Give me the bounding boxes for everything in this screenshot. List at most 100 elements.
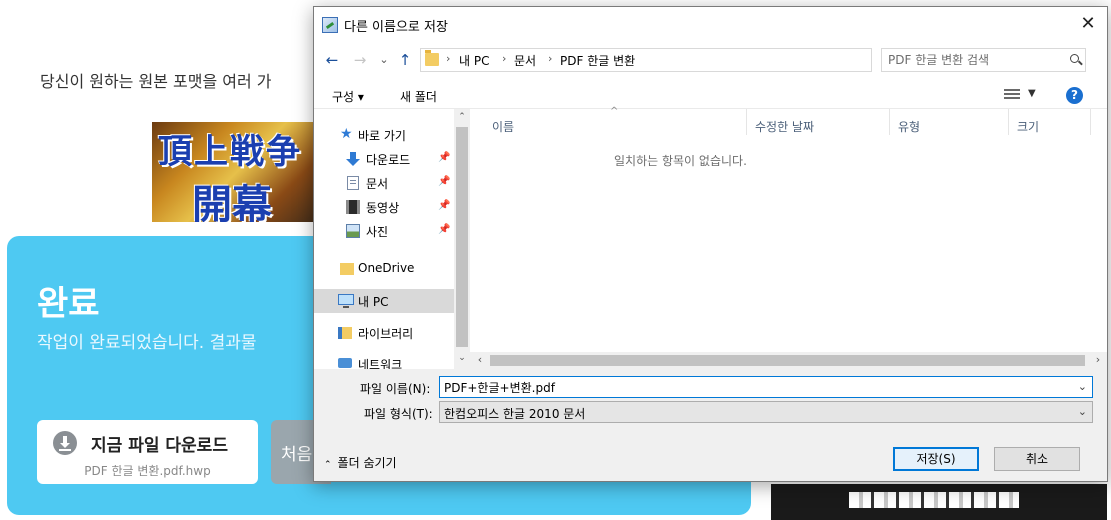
download-filename: PDF 한글 변환.pdf.hwp [84, 464, 211, 478]
navigation-tree: ★ 바로 가기 다운로드 📌 문서 📌 동영상 📌 사진 📌 OneDrive … [314, 109, 454, 369]
column-size-label: 크기 [1017, 120, 1040, 134]
pin-icon[interactable]: 📌 [438, 152, 450, 163]
pin-icon[interactable]: 📌 [438, 224, 450, 235]
breadcrumb-documents[interactable]: 문서 [514, 52, 536, 69]
download-button-label: 지금 파일 다운로드 [91, 436, 228, 456]
save-as-dialog: 다른 이름으로 저장 ✕ ← → ⌄ ↑ › 내 PC › 문서 › PDF 한… [313, 6, 1108, 482]
column-name-label: 이름 [492, 120, 515, 134]
tree-item-label: 사진 [366, 225, 389, 239]
search-input[interactable] [888, 52, 1058, 68]
scroll-down-icon[interactable]: ⌄ [454, 353, 470, 363]
banner-line-2: 開幕 [192, 181, 272, 222]
chevron-up-icon: ⌃ [324, 460, 332, 470]
computer-icon [338, 294, 354, 308]
scrollbar-thumb[interactable] [456, 127, 468, 347]
tree-item-pictures[interactable]: 사진 📌 [314, 219, 454, 243]
tree-item-label: 내 PC [358, 295, 389, 309]
network-icon [338, 358, 352, 368]
tree-scrollbar[interactable]: ⌃ ⌄ [454, 109, 470, 369]
filetype-value: 한컴오피스 한글 2010 문서 [444, 407, 586, 421]
completion-description: 작업이 완료되었습니다. 결과물 [37, 333, 257, 353]
recent-locations-icon[interactable]: ⌄ [374, 50, 394, 70]
scroll-up-icon[interactable]: ⌃ [454, 112, 470, 122]
tree-item-downloads[interactable]: 다운로드 📌 [314, 147, 454, 171]
breadcrumb-separator-icon: › [446, 52, 451, 65]
column-header-type[interactable]: 유형 [890, 109, 1009, 135]
intro-text: 당신이 원하는 원본 포맷을 여러 가 [40, 72, 272, 91]
help-icon[interactable]: ? [1066, 87, 1083, 104]
view-options-caret-icon[interactable]: ▼ [1028, 88, 1036, 99]
column-header-date[interactable]: 수정한 날짜 [747, 109, 890, 135]
cancel-button[interactable]: 취소 [994, 447, 1080, 471]
video-icon [346, 200, 360, 214]
banner-image: 頂上戦争 開幕 [152, 122, 322, 222]
tree-item-documents[interactable]: 문서 📌 [314, 171, 454, 195]
scroll-left-icon[interactable]: ‹ [472, 353, 488, 366]
filetype-select[interactable]: 한컴오피스 한글 2010 문서 ⌄ [439, 401, 1093, 423]
search-box[interactable] [881, 48, 1086, 72]
close-icon[interactable]: ✕ [1073, 11, 1103, 37]
tree-item-this-pc[interactable]: 내 PC [314, 289, 454, 313]
tree-item-network[interactable]: 네트워크 [314, 352, 454, 369]
filename-label: 파일 이름(N): [360, 382, 431, 396]
address-bar[interactable]: › 내 PC › 문서 › PDF 한글 변환 ⌄ ↻ [420, 48, 973, 72]
save-dialog-icon [322, 17, 338, 33]
folder-icon [425, 50, 439, 66]
breadcrumb-separator-icon: › [548, 52, 553, 65]
filetype-label: 파일 형식(T): [364, 407, 433, 421]
tree-item-libraries[interactable]: 라이브러리 [314, 321, 454, 345]
forward-arrow-icon[interactable]: → [350, 50, 370, 70]
search-icon[interactable] [1070, 54, 1079, 63]
scroll-right-icon[interactable]: › [1090, 353, 1106, 366]
organize-menu[interactable]: 구성 ▾ [332, 88, 364, 105]
tree-item-onedrive[interactable]: OneDrive [314, 257, 454, 281]
restart-button-label: 처음 [281, 445, 313, 465]
download-icon [346, 152, 360, 166]
tree-item-label: OneDrive [358, 261, 415, 275]
column-header-size[interactable]: 크기 [1009, 109, 1091, 135]
column-date-label: 수정한 날짜 [755, 120, 815, 134]
tree-item-label: 다운로드 [366, 153, 411, 167]
tree-item-quick-access[interactable]: ★ 바로 가기 [314, 123, 454, 147]
photo-icon [346, 224, 360, 238]
pin-icon[interactable]: 📌 [438, 200, 450, 211]
banner-line-1: 頂上戦争 [158, 132, 302, 172]
view-options-icon[interactable] [1004, 89, 1020, 101]
filetype-dropdown-icon[interactable]: ⌄ [1078, 405, 1087, 418]
breadcrumb-this-pc[interactable]: 내 PC [459, 52, 489, 69]
ad-banner-strip [771, 484, 1107, 520]
pin-icon[interactable]: 📌 [438, 176, 450, 187]
ad-logo-stripe [849, 492, 1019, 508]
folder-icon [340, 263, 354, 275]
back-arrow-icon[interactable]: ← [322, 50, 342, 70]
up-arrow-icon[interactable]: ↑ [395, 50, 415, 70]
save-button[interactable]: 저장(S) [893, 447, 979, 471]
new-folder-button[interactable]: 새 폴더 [400, 88, 437, 105]
filename-dropdown-icon[interactable]: ⌄ [1078, 380, 1087, 393]
filename-field[interactable]: ⌄ [439, 376, 1093, 398]
hide-folders-toggle[interactable]: ⌃ 폴더 숨기기 [324, 454, 397, 471]
tree-item-label: 바로 가기 [358, 129, 406, 143]
download-icon [53, 431, 77, 455]
dialog-title: 다른 이름으로 저장 [344, 20, 448, 35]
document-icon [347, 176, 359, 190]
filename-input[interactable] [444, 379, 1064, 395]
tree-item-label: 문서 [366, 177, 389, 191]
command-toolbar: 구성 ▾ 새 폴더 ▼ ? [314, 81, 1107, 109]
dialog-titlebar: 다른 이름으로 저장 ✕ [314, 7, 1107, 41]
download-file-button[interactable]: 지금 파일 다운로드 PDF 한글 변환.pdf.hwp [37, 420, 258, 484]
breadcrumb-separator-icon: › [502, 52, 507, 65]
completion-title: 완료 [37, 284, 100, 324]
scrollbar-thumb[interactable] [490, 355, 1085, 366]
breadcrumb-current-folder[interactable]: PDF 한글 변환 [560, 52, 635, 69]
hide-folders-label: 폴더 숨기기 [337, 456, 397, 470]
star-icon: ★ [340, 126, 353, 142]
tree-item-videos[interactable]: 동영상 📌 [314, 195, 454, 219]
empty-list-message: 일치하는 항목이 없습니다. [614, 154, 747, 168]
library-icon [338, 327, 352, 339]
column-type-label: 유형 [898, 120, 921, 134]
horizontal-scrollbar[interactable]: ‹ › [470, 352, 1107, 369]
navigation-bar: ← → ⌄ ↑ › 내 PC › 문서 › PDF 한글 변환 ⌄ ↻ [314, 41, 1107, 81]
tree-item-label: 라이브러리 [358, 327, 414, 341]
dialog-body: ★ 바로 가기 다운로드 📌 문서 📌 동영상 📌 사진 📌 OneDrive … [314, 106, 1107, 369]
